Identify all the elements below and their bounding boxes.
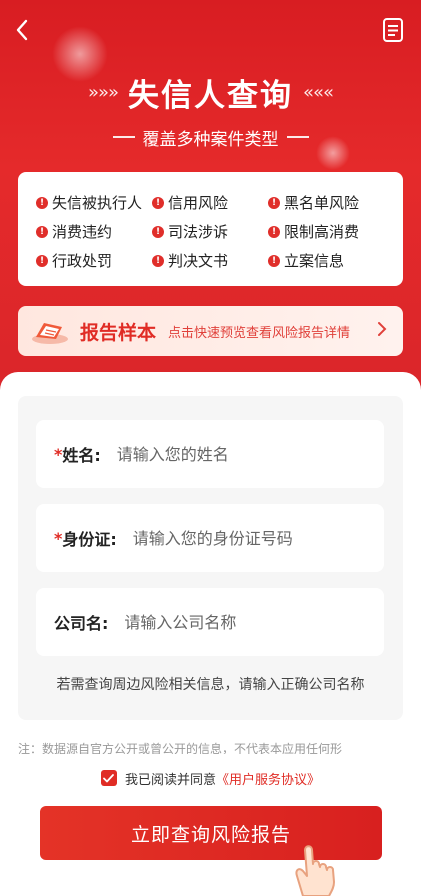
alert-icon: ! [152,254,164,267]
alert-icon: ! [152,225,164,238]
alert-icon: ! [268,196,280,209]
report-sample-banner[interactable]: 报告样本 点击快速预览查看风险报告详情 [18,306,403,356]
pointing-hand-icon [295,845,335,896]
right-arrows-decoration: ««« [303,81,334,103]
category-item: ! 消费违约 [36,221,112,242]
chevron-right-icon [377,321,387,341]
category-item: ! 行政处罚 [36,250,112,271]
category-item: ! 判决文书 [152,250,228,271]
hero-banner: »»» 失信人查询 ««« 覆盖多种案件类型 ! 失信被执行人 ! 信用风险 ! 黑名… [0,0,421,420]
category-item: ! 限制高消费 [268,221,359,242]
category-label: 失信被执行人 [52,194,143,212]
company-hint-text: 若需查询周边风险相关信息，请输入正确公司名称 [56,677,365,693]
id-card-field[interactable]: * 身份证: [36,504,384,572]
agreement-row: 我已阅读并同意 《用户服务协议》 [0,766,421,790]
category-label: 立案信息 [284,252,345,270]
name-label: 姓名: [62,446,101,465]
category-label: 判决文书 [168,252,229,270]
report-sample-icon [32,323,68,344]
category-item: ! 黑名单风险 [268,192,359,213]
company-input[interactable] [122,611,347,633]
category-card: ! 失信被执行人 ! 信用风险 ! 黑名单风险 ! 消费违约 ! 司法涉诉 ! 限制高消费 … [18,172,403,286]
category-label: 消费违约 [52,223,113,241]
category-item: ! 信用风险 [152,192,228,213]
page-title-row: »»» 失信人查询 ««« [0,70,421,114]
required-mark: * [54,528,63,548]
category-item: ! 司法涉诉 [152,221,228,242]
agreement-checkbox[interactable] [100,770,117,786]
left-arrows-decoration: »»» [87,81,119,103]
category-label: 限制高消费 [284,223,360,241]
alert-icon: ! [36,225,48,238]
required-mark: * [54,444,63,464]
report-sample-title: 报告样本 [80,321,157,344]
category-item: ! 立案信息 [268,250,344,271]
company-field[interactable]: 公司名: [36,588,384,656]
page-title: 失信人查询 [128,77,293,114]
name-field[interactable]: * 姓名: [36,420,384,488]
divider [112,136,135,138]
id-card-label: 身份证: [62,530,117,549]
report-sample-description: 点击快速预览查看风险报告详情 [168,325,351,341]
alert-icon: ! [152,196,164,209]
alert-icon: ! [36,254,48,267]
page-subtitle: 覆盖多种案件类型 [142,129,279,150]
alert-icon: ! [36,196,48,209]
document-icon [383,18,403,42]
back-button[interactable] [6,14,38,46]
category-label: 司法涉诉 [168,223,229,241]
category-label: 行政处罚 [52,252,113,270]
id-card-input[interactable] [130,527,355,549]
alert-icon: ! [268,225,280,238]
subtitle-row: 覆盖多种案件类型 [0,124,421,150]
data-source-disclaimer: 注：数据源自官方公开或曾公开的信息，不代表本应用任何形 [18,742,343,754]
category-label: 信用风险 [168,194,229,212]
category-item: ! 失信被执行人 [36,192,142,213]
agreement-text: 我已阅读并同意 [124,772,216,788]
alert-icon: ! [268,254,280,267]
name-input[interactable] [114,443,339,465]
checkmark-icon [103,773,115,782]
document-button[interactable] [379,16,407,44]
company-label: 公司名: [54,614,109,633]
divider [286,136,309,138]
chevron-left-icon [16,19,28,41]
category-label: 黑名单风险 [284,194,360,212]
user-agreement-link[interactable]: 《用户服务协议》 [216,769,320,788]
